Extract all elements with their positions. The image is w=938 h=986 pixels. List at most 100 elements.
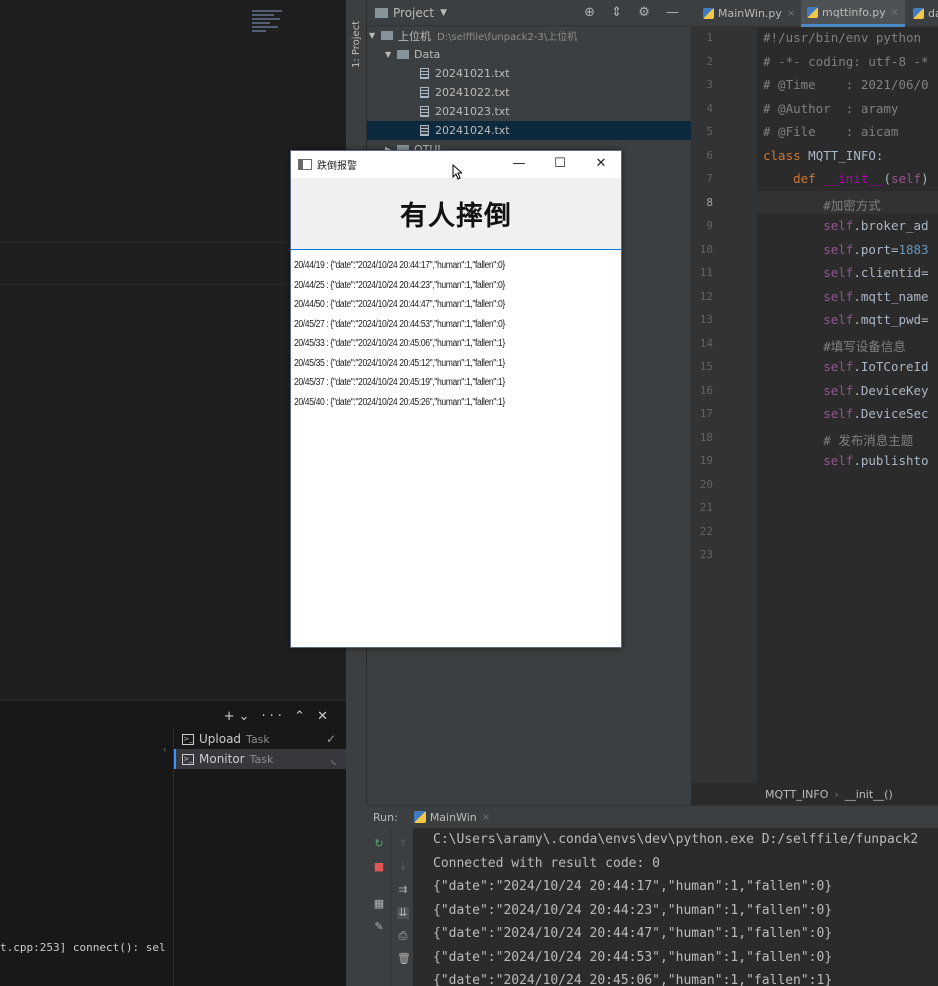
task-label: Upload [199, 732, 242, 746]
tree-label: 20241022.txt [435, 86, 510, 99]
tree-item-file[interactable]: 20241021.txt [367, 64, 691, 83]
tree-item-file-selected[interactable]: 20241024.txt [367, 121, 691, 140]
log-entry: 20/45/33 : {"date":"2024/10/24 20:45:06"… [294, 338, 505, 349]
print-icon[interactable]: ⎙ [397, 930, 409, 942]
close-icon[interactable]: × [891, 7, 899, 18]
code-line: #加密方式 [763, 197, 881, 213]
chevron-down-icon[interactable]: ▼ [440, 8, 447, 18]
log-entry: 20/44/25 : {"date":"2024/10/24 20:44:23"… [294, 279, 505, 291]
maximize-button[interactable]: ☐ [545, 154, 575, 174]
code-editor[interactable]: 1 2 3 4 5 6 7 8 9 10 11 12 13 14 15 16 17 18 19 20 21 22 23 #!… [691, 27, 938, 805]
line-number: 23 [699, 548, 713, 561]
pin-icon[interactable]: ✎ [373, 921, 385, 933]
run-tab-mainwin[interactable]: MainWin × [413, 811, 490, 824]
window-title: 跌倒报警 [317, 161, 357, 172]
scroll-to-end-icon[interactable]: ⇊ [397, 907, 409, 919]
folder-icon [375, 7, 388, 18]
console-output: C:\Users\aramy\.conda\envs\dev\python.ex… [433, 832, 918, 986]
code-line: def __init__(self) [793, 171, 929, 186]
breadcrumb-item[interactable]: MQTT_INFO [765, 788, 828, 801]
line-number: 6 [706, 148, 713, 162]
terminal-icon: >_ [182, 753, 194, 765]
line-number: 19 [699, 454, 713, 467]
code-line: self.DeviceKey [823, 382, 929, 398]
console-line: {"date":"2024/10/24 20:44:53","human":1,… [433, 949, 833, 965]
python-file-icon [807, 6, 818, 18]
close-icon[interactable]: × [482, 812, 490, 823]
line-number: 20 [699, 477, 713, 491]
trash-icon[interactable]: 🗑 [397, 953, 411, 965]
code-line: #!/usr/bin/env python [763, 30, 922, 45]
breadcrumb[interactable]: MQTT_INFO › __init__() [691, 783, 938, 805]
project-tool-label: 1: Project [351, 20, 362, 68]
arrow-down-icon[interactable]: ↓ [397, 861, 409, 873]
line-number: 16 [699, 383, 713, 397]
task-upload[interactable]: >_ Upload Task ✓ [174, 729, 346, 749]
code-line: self.mqtt_name [823, 288, 929, 304]
arrow-up-icon[interactable]: ↑ [397, 838, 409, 850]
minimize-button[interactable]: — [504, 154, 534, 174]
expand-arrow-icon[interactable]: ▼ [369, 31, 381, 40]
line-number: 9 [706, 219, 713, 232]
breadcrumb-item[interactable]: __init__() [845, 788, 893, 801]
soft-wrap-icon[interactable]: ⇉ [397, 884, 409, 896]
tree-item-data[interactable]: ▼ Data [367, 45, 691, 64]
line-number: 17 [699, 407, 713, 420]
console-line: {"date":"2024/10/24 20:44:23","human":1,… [433, 902, 833, 918]
tab-da[interactable]: da [907, 0, 938, 27]
mouse-cursor-icon [452, 164, 462, 180]
tree-label: 20241023.txt [435, 105, 510, 118]
line-number: 4 [706, 101, 713, 115]
spinner-icon: ◟ [331, 752, 336, 766]
console-toolbar: ↑ ↓ ⇉ ⇊ ⎙ 🗑 [390, 828, 413, 986]
task-kind: Task [249, 752, 274, 766]
line-number: 8 [706, 195, 713, 209]
folder-icon [397, 50, 409, 59]
tree-label: Data [414, 48, 441, 61]
task-list: >_ Upload Task ✓ >_ Monitor Task ◟ [173, 729, 346, 986]
tree-label: 20241024.txt [435, 124, 510, 137]
stop-icon[interactable]: ■ [373, 861, 385, 873]
expand-arrow-icon[interactable]: ▼ [385, 50, 397, 59]
project-title: Project [393, 5, 435, 20]
close-icon[interactable]: × [787, 8, 795, 19]
tree-item-root[interactable]: ▼ 上位机 D:\selffile\funpack2-3\上位机 [367, 26, 691, 45]
fall-alarm-window: 跌倒报警 — ☐ ✕ 有人摔倒 20/44/19 : {"date":"2024… [290, 150, 622, 648]
project-toolbar[interactable]: ⊕ ⇕ ⚙ — [584, 5, 685, 20]
code-line: # @Author : aramy [763, 100, 899, 116]
log-entry: 20/45/27 : {"date":"2024/10/24 20:44:53"… [294, 318, 505, 330]
line-number: 14 [699, 336, 713, 350]
project-tool-button[interactable]: 1: Project [349, 10, 365, 72]
tree-item-file[interactable]: 20241022.txt [367, 83, 691, 102]
line-number: 5 [706, 125, 713, 138]
code-line: # 发布消息主题 [763, 432, 914, 448]
folder-icon [381, 31, 393, 40]
layout-icon[interactable]: ▦ [373, 898, 385, 910]
line-number: 7 [706, 172, 713, 185]
minimap[interactable] [252, 10, 286, 40]
line-number: 3 [706, 78, 713, 91]
tab-mainwin[interactable]: MainWin.py × [697, 0, 801, 27]
close-button[interactable]: ✕ [586, 154, 616, 174]
console-line: {"date":"2024/10/24 20:45:06","human":1,… [433, 973, 833, 986]
code-line: # @Time : 2021/06/0 [763, 77, 929, 92]
run-label: Run: [373, 810, 398, 824]
text-file-icon [420, 68, 429, 79]
log-entry: 20/44/50 : {"date":"2024/10/24 20:44:47"… [294, 299, 505, 310]
log-entry: 20/44/19 : {"date":"2024/10/24 20:44:17"… [294, 260, 505, 271]
tab-label: mqttinfo.py [822, 5, 886, 19]
message-log[interactable]: 20/44/19 : {"date":"2024/10/24 20:44:17"… [294, 256, 620, 412]
rerun-icon[interactable]: ↻ [373, 838, 385, 850]
code-line: class MQTT_INFO: [763, 147, 884, 163]
editor-tabs: MainWin.py × mqttinfo.py × da [691, 0, 938, 27]
line-number: 13 [699, 313, 713, 326]
python-file-icon [913, 8, 924, 19]
text-file-icon [420, 125, 429, 136]
console-line: {"date":"2024/10/24 20:44:17","human":1,… [433, 879, 833, 894]
tab-mqttinfo[interactable]: mqttinfo.py × [801, 0, 906, 27]
terminal-actions[interactable]: +⌄ ··· ⌃ ✕ [224, 709, 332, 724]
task-monitor[interactable]: >_ Monitor Task ◟ [174, 749, 346, 769]
tree-item-file[interactable]: 20241023.txt [367, 102, 691, 121]
code-line: self.publishto [823, 453, 929, 468]
log-entry: 20/45/37 : {"date":"2024/10/24 20:45:19"… [294, 377, 505, 388]
